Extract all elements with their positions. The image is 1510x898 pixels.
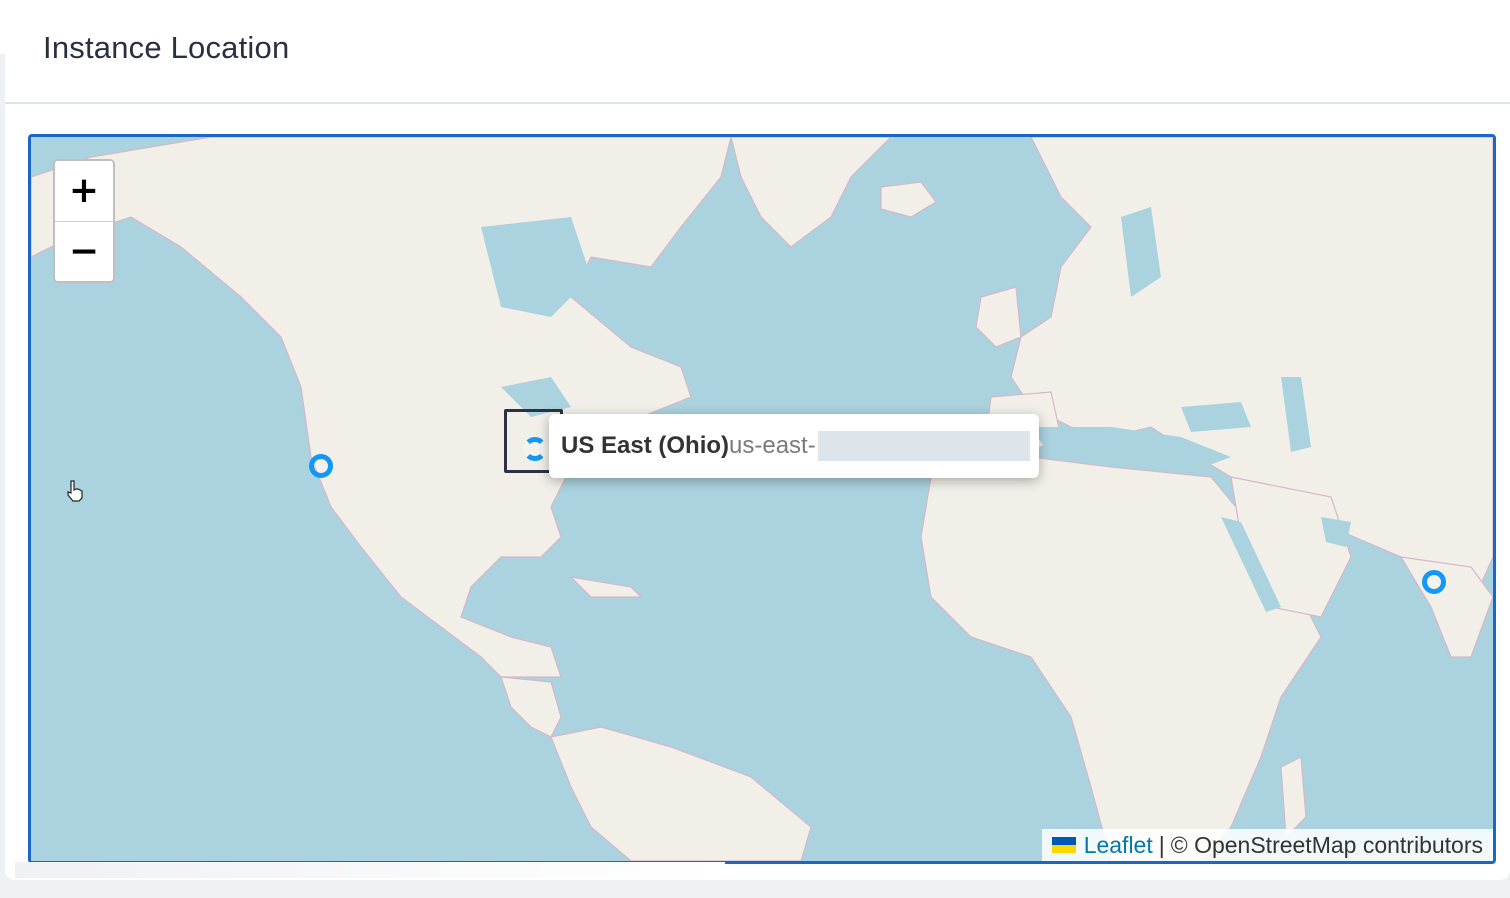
region-marker-us-east-ohio[interactable]: [523, 437, 547, 461]
region-tooltip: US East (Ohio) us-east-: [549, 414, 1039, 478]
world-map[interactable]: [31, 137, 1493, 861]
map-attribution: Leaflet | © OpenStreetMap contributors: [1041, 829, 1493, 861]
card-header: Instance Location: [5, 0, 1510, 104]
region-marker-us-west[interactable]: [309, 454, 333, 478]
zoom-out-button[interactable]: −: [55, 221, 113, 281]
ukraine-flag-icon: [1051, 837, 1076, 853]
tooltip-redacted-value: [817, 431, 1030, 461]
map-container[interactable]: + − US East (Ohio) us-east- Leaflet | © …: [28, 134, 1496, 864]
card-title: Instance Location: [43, 30, 290, 65]
hand-pointer-icon: [67, 480, 83, 502]
instance-location-card: Instance Location + − US East (Ohio) us-…: [5, 0, 1510, 880]
tooltip-region-name: US East (Ohio): [561, 432, 730, 459]
tooltip-region-code: us-east-: [729, 432, 816, 459]
osm-attribution-text: © OpenStreetMap contributors: [1170, 831, 1483, 858]
attribution-separator: |: [1158, 831, 1165, 858]
leaflet-link[interactable]: Leaflet: [1084, 832, 1153, 859]
card-bottom-strip: [15, 862, 725, 878]
zoom-in-button[interactable]: +: [55, 161, 113, 221]
region-marker-ap-south[interactable]: [1422, 570, 1446, 594]
zoom-control: + −: [53, 159, 115, 283]
